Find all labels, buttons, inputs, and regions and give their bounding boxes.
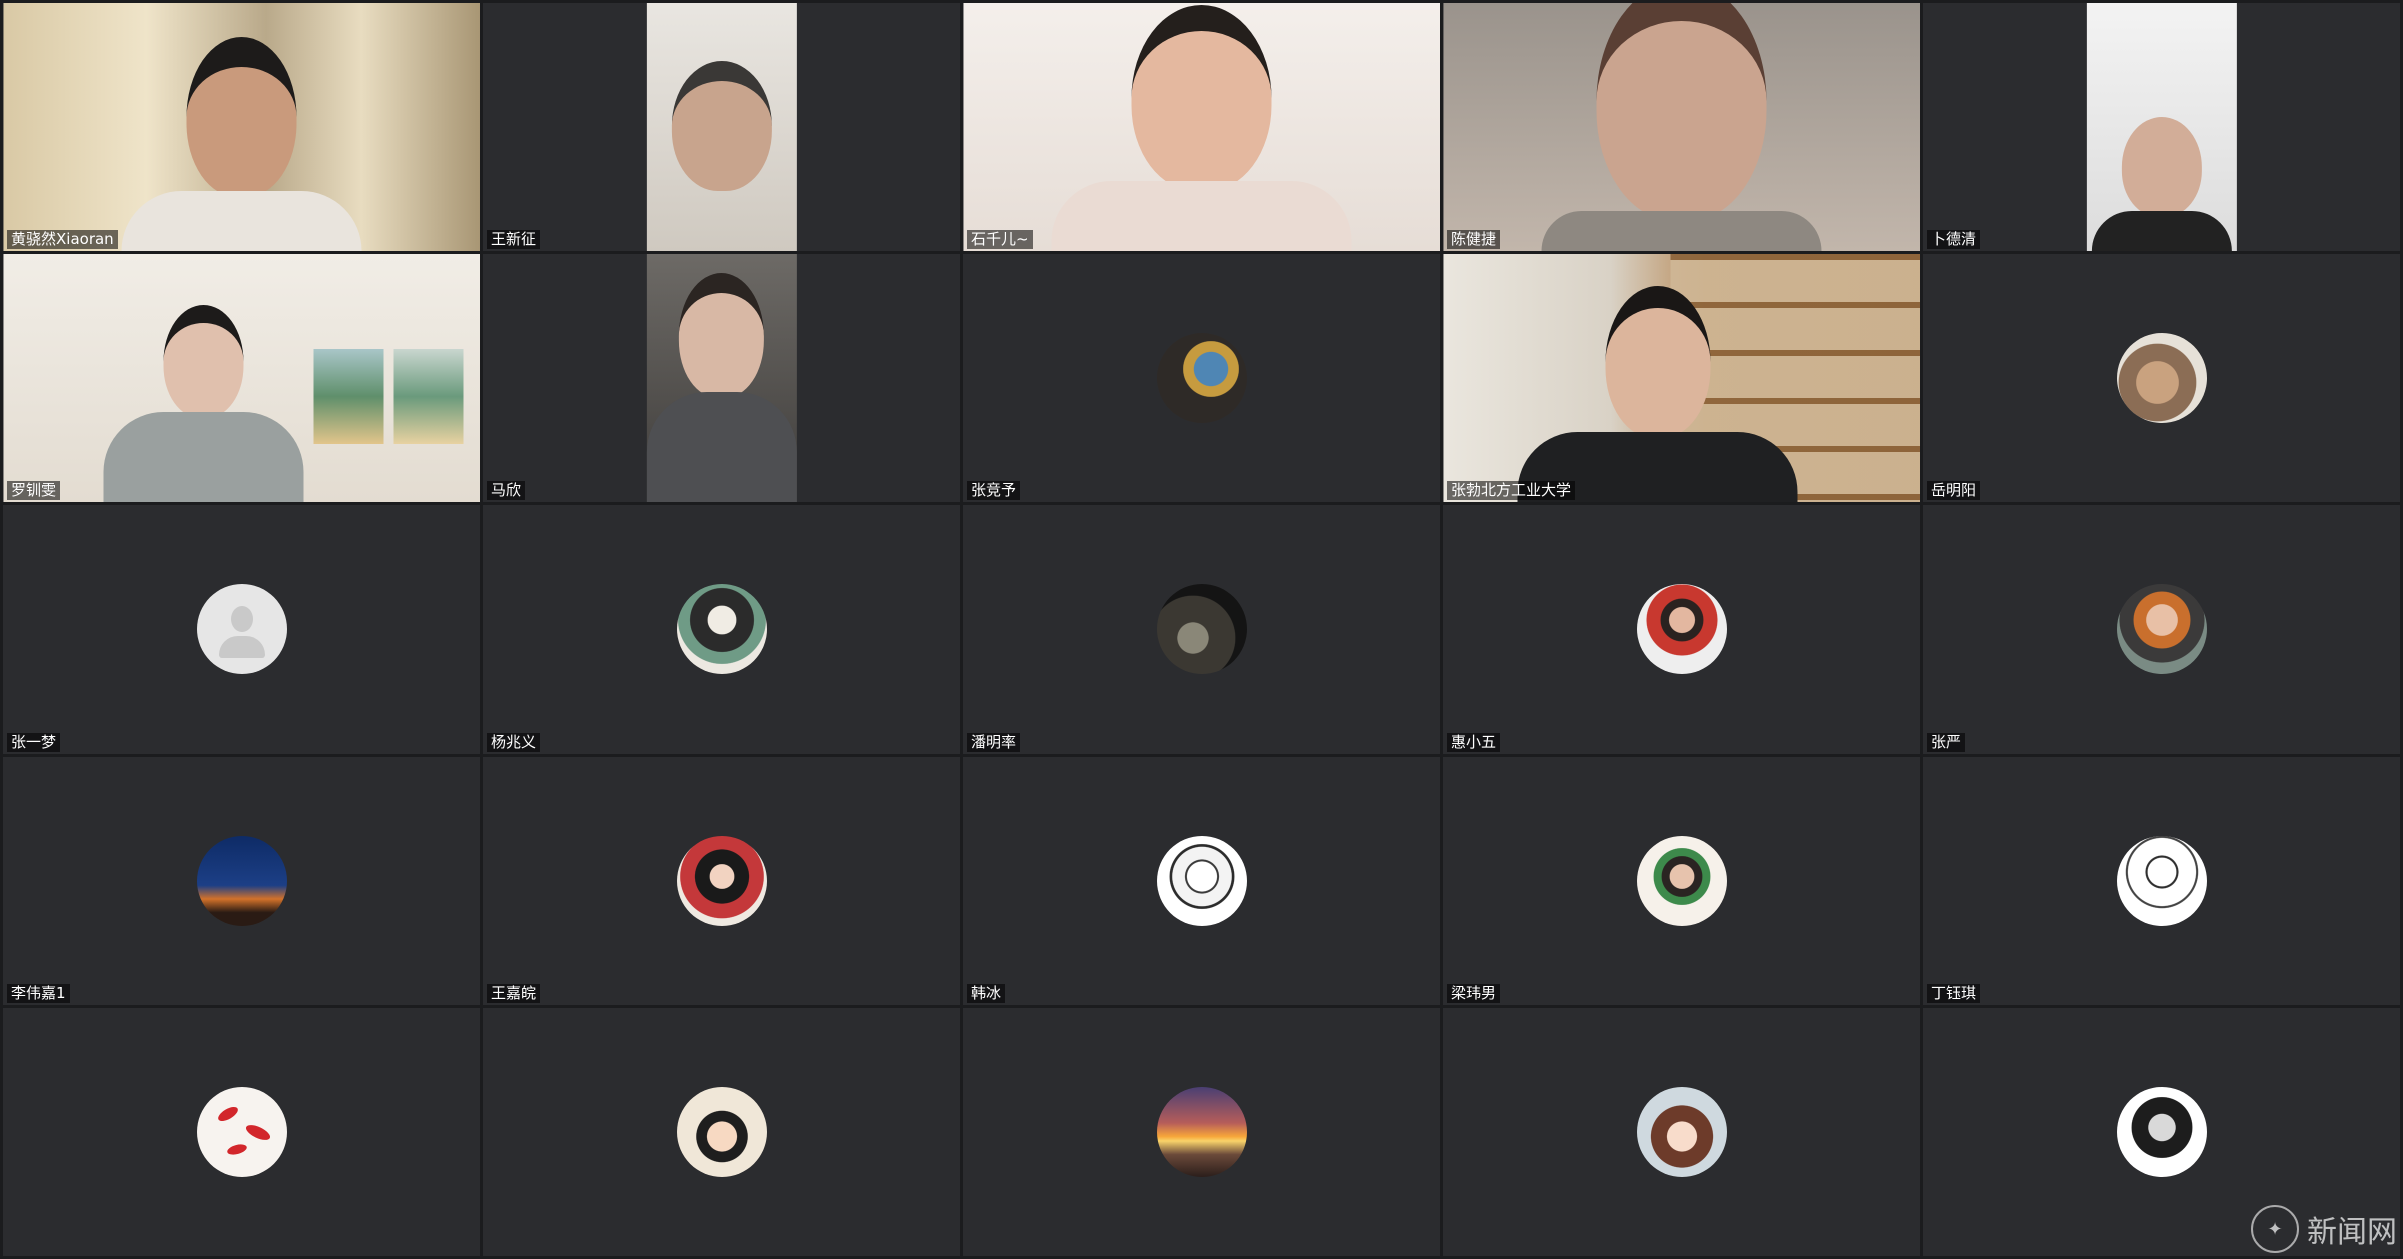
participant-tile[interactable]: 韩冰 — [963, 756, 1440, 1005]
participant-name: 杨兆义 — [487, 732, 541, 752]
illustration-avatar — [676, 835, 767, 926]
participant-name: 石千儿~ — [967, 230, 1033, 250]
wall-painting — [393, 349, 463, 445]
photo-avatar — [2116, 333, 2207, 424]
participant-name: 张严 — [1927, 732, 1966, 752]
participant-tile[interactable]: 黄骁然Xiaoran — [3, 3, 480, 252]
participant-tile[interactable]: 岳明阳 — [1923, 254, 2400, 503]
participant-video — [2086, 3, 2237, 252]
participant-tile[interactable]: 罗钏雯 — [3, 254, 480, 503]
participant-tile[interactable]: 惠小五 — [1443, 505, 1920, 754]
participant-name: 张竞予 — [967, 481, 1021, 501]
default-avatar — [196, 584, 287, 675]
watermark: ✦ 新闻网 — [2251, 1205, 2397, 1253]
participant-name: 岳明阳 — [1927, 481, 1981, 501]
participant-tile[interactable]: 张勃北方工业大学 — [1443, 254, 1920, 503]
participant-name: 马欣 — [487, 481, 526, 501]
video-grid: 黄骁然Xiaoran 王新征 石千儿~ 陈健捷 卜德清 罗钏雯 马欣 张竞予 张… — [0, 0, 2403, 1259]
participant-tile[interactable]: 石千儿~ — [963, 3, 1440, 252]
photo-avatar — [1156, 584, 1247, 675]
participant-tile[interactable]: 梁玮男 — [1443, 756, 1920, 1005]
participant-name: 黄骁然Xiaoran — [7, 230, 118, 250]
photo-avatar — [1636, 835, 1727, 926]
participant-name: 丁钰琪 — [1927, 983, 1981, 1003]
participant-video — [1443, 254, 1920, 503]
participant-tile[interactable] — [483, 1007, 960, 1256]
sketch-avatar — [1156, 835, 1247, 926]
logo-seal-icon: ✦ — [2251, 1205, 2299, 1253]
participant-video — [646, 3, 797, 252]
participant-tile[interactable]: 杨兆义 — [483, 505, 960, 754]
participant-tile[interactable]: 张严 — [1923, 505, 2400, 754]
participant-tile[interactable]: 张一梦 — [3, 505, 480, 754]
participant-tile[interactable]: 李伟嘉1 — [3, 756, 480, 1005]
participant-tile[interactable]: 王嘉皖 — [483, 756, 960, 1005]
photo-avatar — [1636, 584, 1727, 675]
participant-tile[interactable]: 潘明率 — [963, 505, 1440, 754]
watermark-text: 新闻网 — [2307, 1215, 2397, 1250]
participant-video — [646, 254, 797, 503]
illustration-avatar — [676, 584, 767, 675]
participant-name: 惠小五 — [1447, 732, 1501, 752]
participant-name: 韩冰 — [967, 983, 1006, 1003]
night-avatar — [196, 835, 287, 926]
photo-avatar — [1156, 333, 1247, 424]
participant-name: 潘明率 — [967, 732, 1021, 752]
participant-name: 张勃北方工业大学 — [1447, 481, 1576, 501]
cartoon-avatar — [676, 1086, 767, 1177]
participant-tile[interactable]: 张竞予 — [963, 254, 1440, 503]
participant-video — [1443, 3, 1920, 252]
participant-name: 张一梦 — [7, 732, 61, 752]
participant-name: 王新征 — [487, 230, 541, 250]
participant-name: 李伟嘉1 — [7, 983, 70, 1003]
participant-video — [3, 254, 480, 503]
sketch-avatar — [2116, 835, 2207, 926]
participant-video — [963, 3, 1440, 252]
participant-tile[interactable]: 丁钰琪 — [1923, 756, 2400, 1005]
participant-name: 卜德清 — [1927, 230, 1981, 250]
participant-tile[interactable] — [1443, 1007, 1920, 1256]
bird-avatar — [196, 1086, 287, 1177]
participant-name: 罗钏雯 — [7, 481, 61, 501]
wall-painting — [313, 349, 383, 445]
participant-tile[interactable] — [963, 1007, 1440, 1256]
participant-name: 陈健捷 — [1447, 230, 1501, 250]
photo-avatar — [2116, 584, 2207, 675]
participant-video — [3, 3, 480, 252]
sketch-avatar — [2116, 1086, 2207, 1177]
sunset-avatar — [1156, 1086, 1247, 1177]
participant-tile[interactable]: 卜德清 — [1923, 3, 2400, 252]
participant-tile[interactable] — [3, 1007, 480, 1256]
participant-tile[interactable]: 王新征 — [483, 3, 960, 252]
participant-name: 梁玮男 — [1447, 983, 1501, 1003]
anime-avatar — [1636, 1086, 1727, 1177]
participant-tile[interactable]: 陈健捷 — [1443, 3, 1920, 252]
participant-tile[interactable]: 马欣 — [483, 254, 960, 503]
participant-name: 王嘉皖 — [487, 983, 541, 1003]
